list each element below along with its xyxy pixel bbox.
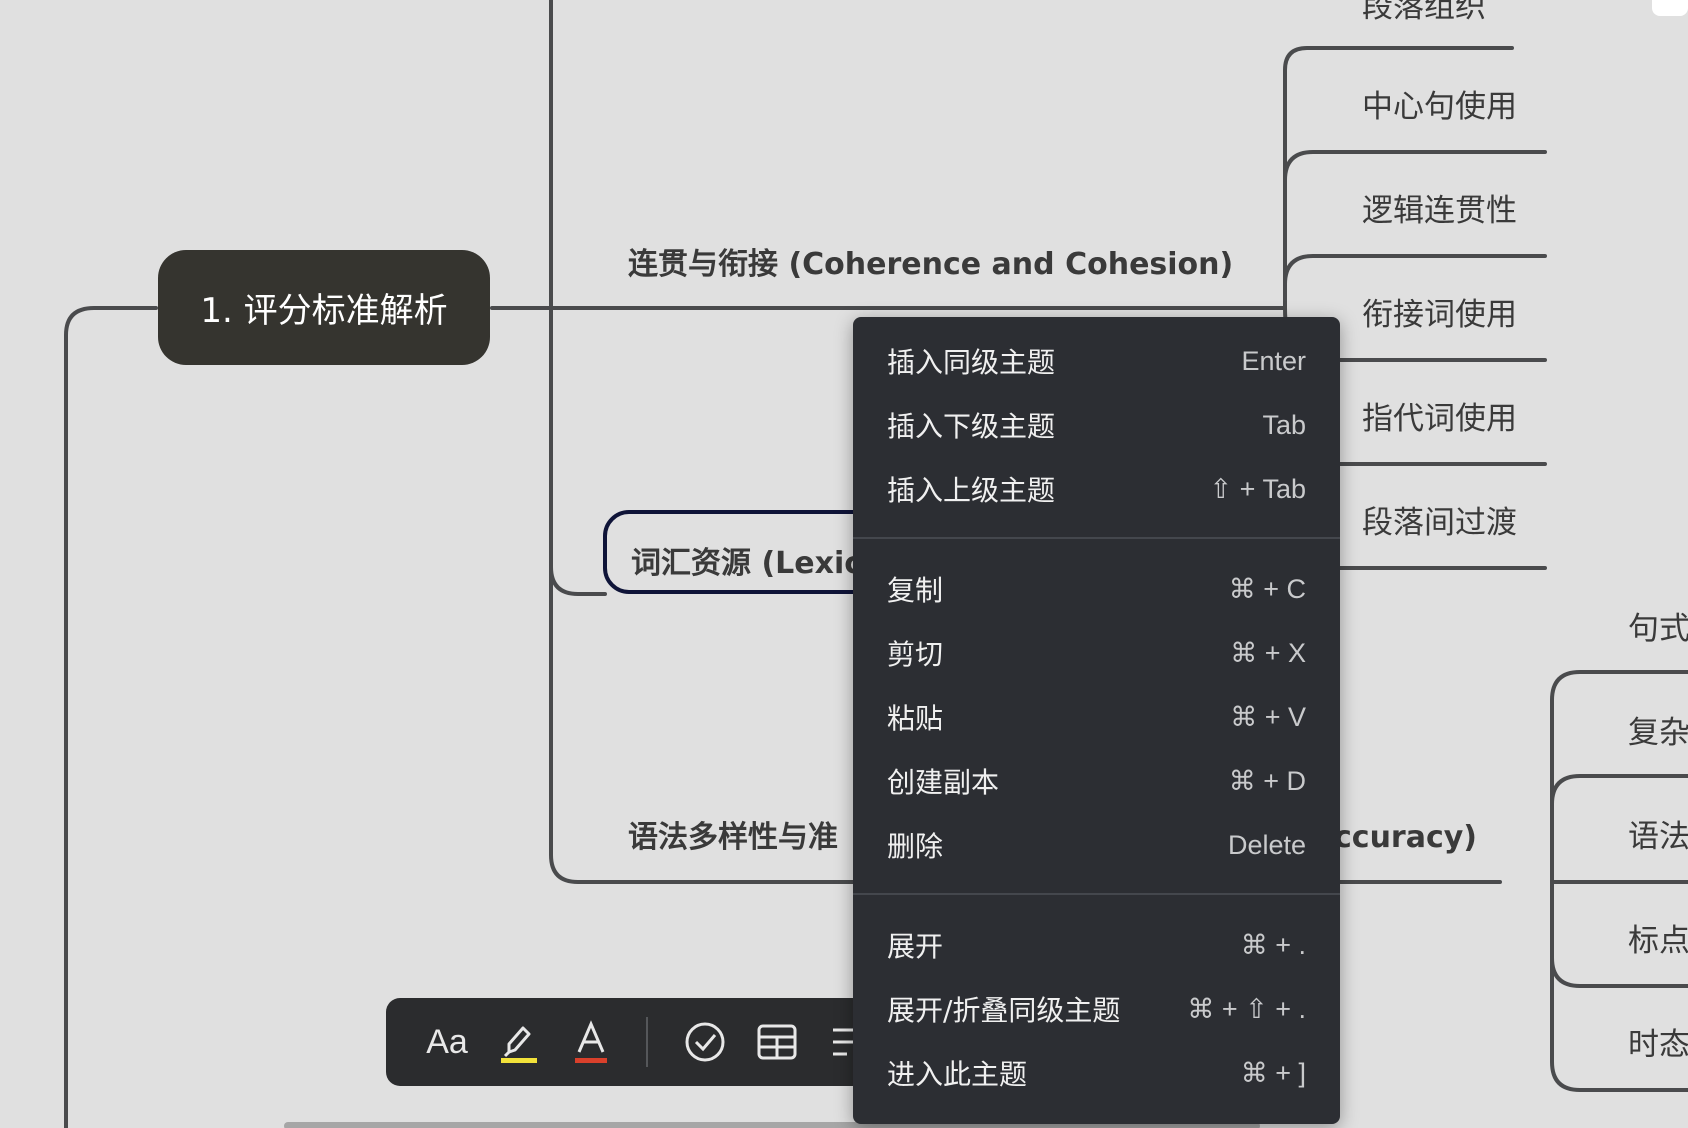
subtopic[interactable]: 复杂	[1628, 718, 1688, 749]
menu-label: 插入同级主题	[887, 346, 1056, 379]
subtopic[interactable]: 语法	[1628, 822, 1688, 853]
menu-label: 删除	[887, 830, 944, 863]
font-style-icon: Aa	[426, 1022, 468, 1061]
menu-label: 展开	[887, 930, 944, 963]
topic-grammar[interactable]: 语法多样性与准	[628, 823, 838, 853]
menu-label: 插入上级主题	[887, 474, 1056, 507]
menu-separator	[853, 537, 1340, 539]
text-color-icon	[575, 1020, 607, 1063]
font-style-button[interactable]: Aa	[416, 1011, 478, 1073]
table-button[interactable]	[746, 1011, 808, 1073]
menu-insert-child[interactable]: 插入下级主题 Tab	[853, 393, 1340, 457]
menu-paste[interactable]: 粘贴 ⌘ + V	[853, 685, 1340, 749]
task-button[interactable]	[674, 1011, 736, 1073]
menu-cut[interactable]: 剪切 ⌘ + X	[853, 621, 1340, 685]
subtopic[interactable]: 句式	[1628, 614, 1688, 645]
menu-label: 创建副本	[887, 766, 1000, 799]
menu-label: 进入此主题	[887, 1058, 1028, 1091]
root-topic[interactable]: 1. 评分标准解析	[158, 250, 490, 365]
subtopic[interactable]: 时态	[1628, 1030, 1688, 1061]
menu-separator	[853, 893, 1340, 895]
topic-grammar-suffix: ccuracy)	[1334, 820, 1478, 855]
highlighter-icon	[501, 1026, 537, 1063]
menu-shortcut: ⌘ + X	[1230, 637, 1306, 668]
topic-lexical-label: 词汇资源 (Lexic	[631, 546, 863, 581]
menu-label: 剪切	[887, 638, 944, 671]
checkmark-circle-icon	[685, 1022, 725, 1062]
menu-shortcut: ⌘ + D	[1228, 765, 1306, 796]
menu-shortcut: ⌘ + .	[1240, 929, 1306, 960]
menu-shortcut: Tab	[1262, 409, 1306, 440]
table-icon	[757, 1024, 797, 1060]
format-toolbar: Aa	[386, 998, 906, 1086]
menu-enter-topic[interactable]: 进入此主题 ⌘ + ]	[853, 1041, 1340, 1105]
menu-expand[interactable]: 展开 ⌘ + .	[853, 913, 1340, 977]
topic-coherence[interactable]: 连贯与衔接 (Coherence and Cohesion)	[628, 250, 1233, 280]
context-menu: 插入同级主题 Enter 插入下级主题 Tab 插入上级主题 ⇧ + Tab 复…	[853, 317, 1340, 1124]
subtopic[interactable]: 指代词使用	[1362, 404, 1517, 435]
menu-toggle-siblings[interactable]: 展开/折叠同级主题 ⌘ + ⇧ + .	[853, 977, 1340, 1041]
menu-label: 复制	[887, 574, 944, 607]
mindmap-canvas[interactable]: 1. 评分标准解析 连贯与衔接 (Coherence and Cohesion)…	[0, 0, 1688, 1128]
subtopic[interactable]: 衔接词使用	[1362, 300, 1517, 331]
menu-shortcut: Delete	[1227, 829, 1306, 860]
menu-shortcut: ⌘ + V	[1230, 701, 1306, 732]
menu-duplicate[interactable]: 创建副本 ⌘ + D	[853, 749, 1340, 813]
subtopic[interactable]: 段落间过渡	[1362, 508, 1517, 539]
menu-shortcut: ⌘ + ⇧ + .	[1187, 993, 1306, 1024]
menu-delete[interactable]: 删除 Delete	[853, 813, 1340, 877]
menu-shortcut: ⌘ + ]	[1240, 1057, 1306, 1088]
menu-insert-parent[interactable]: 插入上级主题 ⇧ + Tab	[853, 457, 1340, 521]
menu-label: 粘贴	[887, 702, 944, 735]
menu-label: 插入下级主题	[887, 410, 1056, 443]
subtopic[interactable]: 标点	[1628, 926, 1688, 957]
menu-shortcut: ⇧ + Tab	[1209, 473, 1306, 504]
highlight-button[interactable]	[488, 1011, 550, 1073]
canvas-corner-panel	[1652, 0, 1688, 16]
menu-copy[interactable]: 复制 ⌘ + C	[853, 557, 1340, 621]
toolbar-divider	[646, 1017, 648, 1067]
menu-shortcut: Enter	[1241, 345, 1306, 376]
subtopic[interactable]: 逻辑连贯性	[1362, 196, 1517, 227]
menu-label: 展开/折叠同级主题	[887, 994, 1121, 1027]
menu-insert-sibling[interactable]: 插入同级主题 Enter	[853, 329, 1340, 393]
subtopic[interactable]: 中心句使用	[1362, 92, 1517, 123]
subtopic[interactable]: 段落组织	[1362, 0, 1486, 23]
root-topic-label: 1. 评分标准解析	[200, 291, 448, 331]
text-color-button[interactable]	[560, 1011, 622, 1073]
menu-shortcut: ⌘ + C	[1228, 573, 1306, 604]
